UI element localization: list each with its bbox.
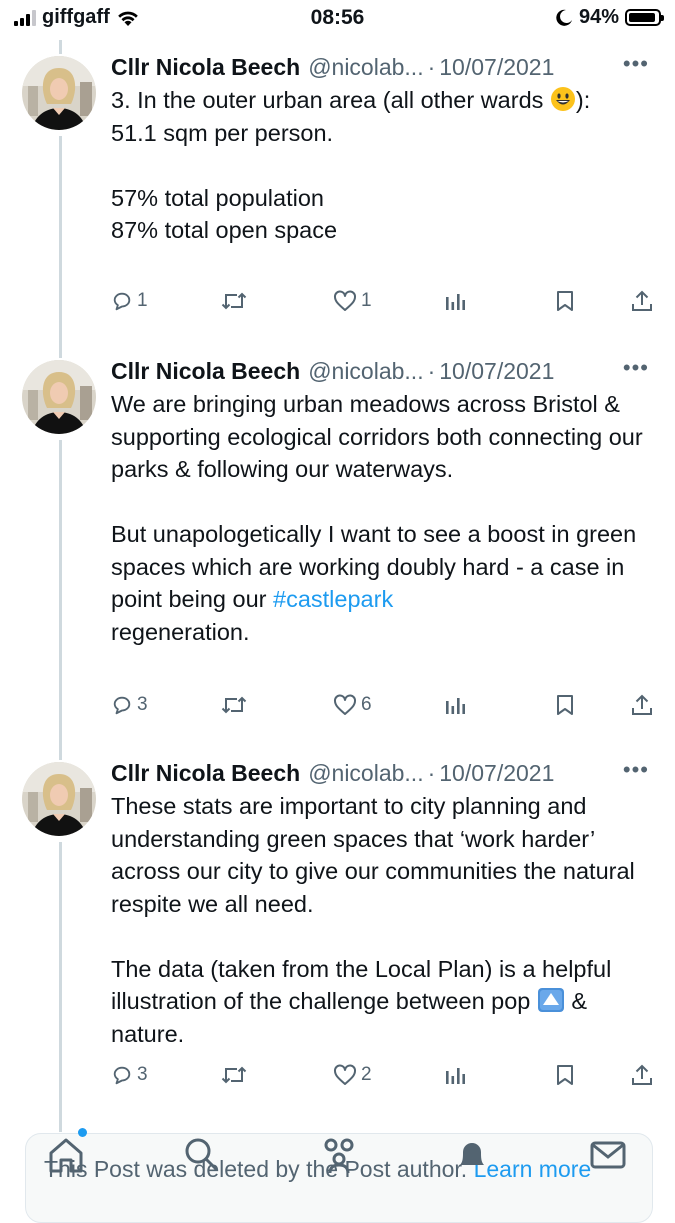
like-count: 2 xyxy=(361,1064,372,1085)
like-count: 1 xyxy=(361,290,372,311)
separator-dot: · xyxy=(427,760,436,786)
views-button[interactable] xyxy=(444,1064,466,1086)
retweet-icon xyxy=(221,1066,247,1084)
like-button[interactable]: 6 xyxy=(333,694,372,716)
more-options-icon[interactable]: ••• xyxy=(623,50,649,78)
bar-chart-icon xyxy=(446,698,465,714)
tweet-actions: 3 6 xyxy=(0,694,675,728)
reply-count: 3 xyxy=(137,1064,148,1085)
bookmark-button[interactable] xyxy=(555,694,575,716)
tweet-text: 3. In the outer urban area (all other wa… xyxy=(111,87,591,243)
bookmark-icon xyxy=(557,695,573,715)
share-button[interactable] xyxy=(631,290,653,312)
tweet-date[interactable]: 10/07/2021 xyxy=(439,357,554,385)
bookmark-icon xyxy=(557,291,573,311)
more-options-icon[interactable]: ••• xyxy=(623,756,649,784)
separator-dot: · xyxy=(427,54,436,80)
reply-icon xyxy=(113,1066,131,1085)
author-name[interactable]: Cllr Nicola Beech xyxy=(111,53,300,81)
reply-button[interactable]: 1 xyxy=(111,290,148,312)
share-icon xyxy=(632,694,652,715)
communities-icon[interactable] xyxy=(318,1135,360,1175)
avatar[interactable] xyxy=(22,56,96,130)
share-button[interactable] xyxy=(631,694,653,716)
grinning-face-emoji xyxy=(550,87,575,111)
share-button[interactable] xyxy=(631,1064,653,1086)
reply-icon xyxy=(113,292,131,311)
tweet[interactable]: Cllr Nicola Beech @nicolab... · 10/07/20… xyxy=(0,50,675,342)
more-options-icon[interactable]: ••• xyxy=(623,354,649,382)
like-button[interactable]: 2 xyxy=(333,1064,372,1086)
reply-count: 3 xyxy=(137,694,148,715)
reply-button[interactable]: 3 xyxy=(111,1064,148,1086)
reply-icon xyxy=(113,696,131,715)
battery-percent: 94% xyxy=(578,6,619,28)
reply-count: 1 xyxy=(137,290,148,311)
reply-button[interactable]: 3 xyxy=(111,694,148,716)
status-right: 94% xyxy=(555,6,664,29)
search-icon[interactable] xyxy=(181,1135,221,1175)
heart-icon xyxy=(334,290,356,311)
tweet-header: Cllr Nicola Beech @nicolab... · 10/07/20… xyxy=(111,756,661,788)
heart-icon xyxy=(334,694,356,715)
tweet-text: These stats are important to city planni… xyxy=(111,793,635,1047)
tweet-text: We are bringing urban meadows across Bri… xyxy=(111,391,643,645)
tweet-header: Cllr Nicola Beech @nicolab... · 10/07/20… xyxy=(111,50,661,82)
notifications-icon[interactable] xyxy=(452,1135,492,1175)
tweet-header: Cllr Nicola Beech @nicolab... · 10/07/20… xyxy=(111,354,661,386)
views-button[interactable] xyxy=(444,694,466,716)
bookmark-button[interactable] xyxy=(555,1064,575,1086)
up-button-emoji xyxy=(537,988,564,1012)
author-handle[interactable]: @nicolab... xyxy=(308,357,423,385)
share-icon xyxy=(632,290,652,311)
author-name[interactable]: Cllr Nicola Beech xyxy=(111,759,300,787)
status-bar: giffgaff 08:56 94% xyxy=(0,0,675,40)
author-handle[interactable]: @nicolab... xyxy=(308,759,423,787)
tweet[interactable]: Cllr Nicola Beech @nicolab... · 10/07/20… xyxy=(0,756,675,1108)
battery-icon xyxy=(625,9,664,26)
retweet-icon xyxy=(221,696,247,714)
tab-bar xyxy=(0,1135,675,1195)
tweet-actions: 3 2 xyxy=(0,1064,675,1098)
retweet-button[interactable] xyxy=(221,694,251,716)
retweet-button[interactable] xyxy=(221,1064,251,1086)
bar-chart-icon xyxy=(446,1068,465,1084)
messages-icon[interactable] xyxy=(588,1135,628,1175)
author-name[interactable]: Cllr Nicola Beech xyxy=(111,357,300,385)
tweet-actions: 1 1 xyxy=(0,290,675,324)
hashtag-link[interactable]: #castlepark xyxy=(273,586,393,612)
tweet[interactable]: Cllr Nicola Beech @nicolab... · 10/07/20… xyxy=(0,354,675,736)
retweet-button[interactable] xyxy=(221,290,251,312)
bookmark-icon xyxy=(557,1065,573,1085)
like-button[interactable]: 1 xyxy=(333,290,372,312)
tweet-date[interactable]: 10/07/2021 xyxy=(439,759,554,787)
bar-chart-icon xyxy=(446,294,465,310)
heart-icon xyxy=(334,1064,356,1085)
like-count: 6 xyxy=(361,694,372,715)
home-icon[interactable] xyxy=(46,1135,86,1175)
separator-dot: · xyxy=(427,358,436,384)
retweet-icon xyxy=(221,292,247,310)
author-handle[interactable]: @nicolab... xyxy=(308,53,423,81)
avatar[interactable] xyxy=(22,360,96,434)
avatar[interactable] xyxy=(22,762,96,836)
moon-icon xyxy=(556,9,572,26)
views-button[interactable] xyxy=(444,290,466,312)
share-icon xyxy=(632,1064,652,1085)
bookmark-button[interactable] xyxy=(555,290,575,312)
tweet-date[interactable]: 10/07/2021 xyxy=(439,53,554,81)
